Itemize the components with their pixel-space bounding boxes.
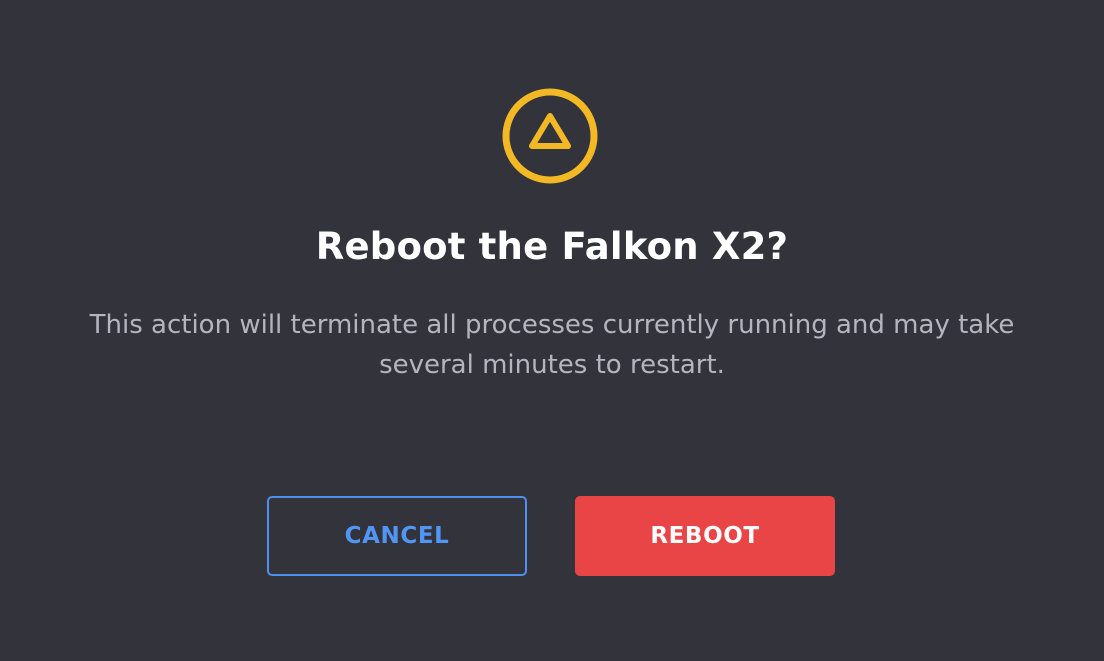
warning-triangle-icon [502, 88, 598, 184]
cancel-button[interactable]: CANCEL [267, 496, 527, 576]
reboot-confirm-dialog: Reboot the Falkon X2? This action will t… [0, 0, 1104, 661]
dialog-message: This action will terminate all processes… [89, 310, 1015, 380]
reboot-button[interactable]: REBOOT [575, 496, 835, 576]
dialog-title: Reboot the Falkon X2? [315, 225, 789, 268]
